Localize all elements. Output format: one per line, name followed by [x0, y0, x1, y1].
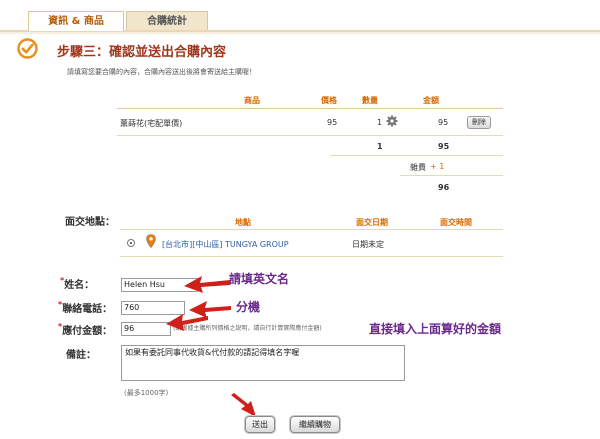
- annotation-arrow-name-icon: [184, 276, 230, 293]
- annotation-phone: 分機: [236, 300, 261, 314]
- step-description: 請填寫您要合購的內容，合購內容送出後將會寄送給主購喔！: [67, 68, 256, 76]
- phone-label-text: 聯絡電話：: [62, 304, 113, 315]
- tab-info-products[interactable]: 資訊 & 商品: [28, 11, 124, 31]
- tab-group-stats[interactable]: 合購統計: [126, 11, 208, 31]
- note-limit-hint: (最多1000字): [124, 389, 169, 397]
- tab-bar: 資訊 & 商品 合購統計: [0, 0, 600, 34]
- grand-total: 96: [438, 183, 450, 192]
- name-label: *姓名：: [60, 276, 94, 291]
- header-price: 價格: [321, 96, 337, 105]
- map-pin-icon: [146, 234, 156, 248]
- fee-value: + 1: [430, 162, 445, 171]
- gear-icon[interactable]: [386, 115, 398, 127]
- pickup-row-divider: [120, 256, 503, 257]
- subtotal-amount: 95: [438, 142, 450, 151]
- checkmark-circle-icon: [17, 38, 38, 59]
- name-label-text: 姓名：: [64, 280, 95, 291]
- table-header-divider: [117, 108, 503, 109]
- pickup-location-radio[interactable]: [127, 239, 135, 247]
- tab-underline-shade: [0, 32, 600, 34]
- product-quantity: 1: [377, 118, 383, 127]
- pickup-date-value: 日期未定: [352, 240, 384, 249]
- subtotal-divider: [330, 155, 503, 156]
- amount-label: *應付金額：: [58, 322, 112, 337]
- continue-shopping-button[interactable]: 繼續購物: [290, 416, 340, 433]
- header-place: 地點: [235, 218, 251, 227]
- product-amount: 95: [438, 118, 449, 127]
- phone-label: *聯絡電話：: [58, 300, 112, 315]
- amount-label-text: 應付金額：: [62, 326, 113, 337]
- note-textarea[interactable]: 如果有委託同事代收貨&代付款的請記得填名字喔: [121, 345, 405, 381]
- step-title: 步驟三：確認並送出合購內容: [57, 45, 227, 60]
- header-product: 商品: [244, 96, 260, 105]
- pickup-location-link[interactable]: [台北市][中山區] TUNGYA GROUP: [162, 239, 289, 250]
- fee-divider: [400, 175, 503, 176]
- header-amount: 金額: [423, 96, 439, 105]
- note-label: 備註：: [66, 350, 96, 361]
- fee-label: 雜費: [410, 163, 426, 172]
- header-pickup-time: 面交時間: [440, 218, 472, 227]
- pickup-label: 面交地點：: [65, 217, 115, 228]
- annotation-arrow-amount-icon: [166, 314, 208, 331]
- annotation-name: 請填英文名: [229, 272, 290, 286]
- row-divider: [117, 135, 503, 136]
- header-pickup-date: 面交日期: [356, 218, 388, 227]
- pickup-header-divider: [120, 229, 503, 230]
- annotation-amount: 直接填入上面算好的金額: [369, 322, 502, 336]
- delete-button[interactable]: 刪除: [467, 116, 491, 129]
- total-quantity: 1: [377, 142, 383, 151]
- header-quantity: 數量: [362, 96, 378, 105]
- submit-button[interactable]: 送出: [245, 416, 275, 433]
- product-price: 95: [327, 118, 338, 127]
- product-name: 薰蒔花(宅配單價): [120, 119, 183, 128]
